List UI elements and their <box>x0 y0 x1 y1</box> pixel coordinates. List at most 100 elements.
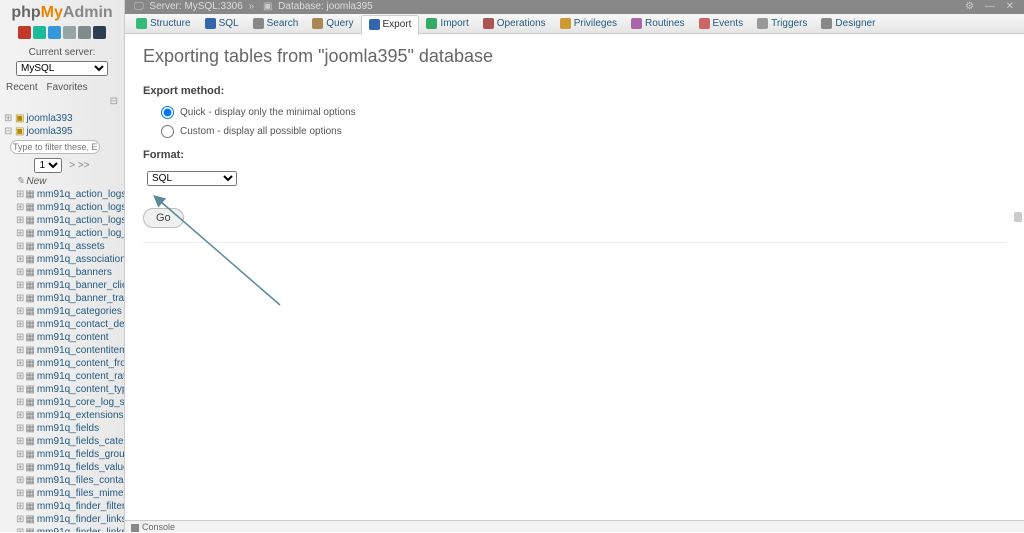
table-item[interactable]: ⊞▦mm91q_content_types <box>14 383 124 396</box>
reload-icon[interactable] <box>78 26 91 39</box>
expand-icon[interactable]: ⊞ <box>16 475 24 486</box>
db-item-joomla393[interactable]: ⊞▣joomla393 <box>0 112 124 125</box>
expand-icon[interactable]: ⊞ <box>4 113 13 124</box>
expand-icon[interactable]: ⊞ <box>16 228 24 239</box>
table-item[interactable]: ⊞▦mm91q_content <box>14 331 124 344</box>
console-bar[interactable]: Console <box>125 520 1024 532</box>
table-item[interactable]: ⊞▦mm91q_action_logs_users <box>14 214 124 227</box>
method-quick-row[interactable]: Quick - display only the minimal options <box>143 103 1006 122</box>
collapse-icon[interactable]: ⊟ <box>4 126 13 137</box>
table-item[interactable]: ⊞▦mm91q_files_containers <box>14 474 124 487</box>
table-item[interactable]: ⊞▦mm91q_contact_details <box>14 318 124 331</box>
expand-icon[interactable]: ⊞ <box>16 215 24 226</box>
table-item[interactable]: ⊞▦mm91q_banner_clients <box>14 279 124 292</box>
table-item[interactable]: ⊞▦mm91q_extensions <box>14 409 124 422</box>
tab-sql[interactable]: SQL <box>198 14 246 34</box>
logout-icon[interactable] <box>33 26 46 39</box>
recent-link[interactable]: Recent <box>6 82 38 93</box>
expand-icon[interactable]: ⊞ <box>16 397 24 408</box>
expand-icon[interactable]: ⊞ <box>16 462 24 473</box>
tab-operations[interactable]: Operations <box>476 14 553 34</box>
expand-icon[interactable]: ⊞ <box>16 267 24 278</box>
collapse-icon[interactable]: ⊟ <box>0 96 124 110</box>
docs-icon[interactable] <box>48 26 61 39</box>
table-item[interactable]: ⊞▦mm91q_content_rating <box>14 370 124 383</box>
table-item[interactable]: ⊞▦mm91q_fields_groups <box>14 448 124 461</box>
favorites-link[interactable]: Favorites <box>46 82 87 93</box>
expand-icon[interactable]: ⊞ <box>16 306 24 317</box>
tab-triggers[interactable]: Triggers <box>750 14 814 34</box>
table-item[interactable]: ⊞▦mm91q_fields <box>14 422 124 435</box>
next-page[interactable]: > >> <box>69 160 89 171</box>
table-icon: ▦ <box>25 202 34 213</box>
expand-icon[interactable]: ⊞ <box>16 319 24 330</box>
method-custom-row[interactable]: Custom - display all possible options <box>143 122 1006 141</box>
expand-icon[interactable]: ⊞ <box>16 358 24 369</box>
expand-icon[interactable]: ⊞ <box>16 254 24 265</box>
expand-icon[interactable]: ⊞ <box>16 410 24 421</box>
home-icon[interactable] <box>18 26 31 39</box>
expand-icon[interactable]: ⊞ <box>16 514 24 525</box>
resize-handle[interactable] <box>1014 212 1022 222</box>
expand-icon[interactable]: ⊞ <box>16 332 24 343</box>
table-item[interactable]: ⊞▦mm91q_finder_filters <box>14 500 124 513</box>
logo[interactable]: phpMyAdmin <box>0 0 124 24</box>
db-item-joomla395[interactable]: ⊟▣joomla395 <box>0 125 124 138</box>
export-icon <box>369 19 380 30</box>
method-quick-radio[interactable] <box>161 106 174 119</box>
table-item[interactable]: ⊞▦mm91q_content_frontpage <box>14 357 124 370</box>
expand-icon[interactable]: ⊞ <box>16 241 24 252</box>
table-icon: ▦ <box>25 423 34 434</box>
new-table[interactable]: ✎New <box>14 175 124 188</box>
table-item[interactable]: ⊞▦mm91q_fields_values <box>14 461 124 474</box>
tab-export[interactable]: Export <box>361 15 420 35</box>
settings-icon[interactable] <box>63 26 76 39</box>
table-item[interactable]: ⊞▦mm91q_core_log_searche <box>14 396 124 409</box>
tab-search[interactable]: Search <box>246 14 306 34</box>
expand-icon[interactable]: ⊞ <box>16 436 24 447</box>
tab-structure[interactable]: Structure <box>129 14 198 34</box>
server-value[interactable]: MySQL:3306 <box>184 1 242 12</box>
tab-designer[interactable]: Designer <box>814 14 882 34</box>
page-select[interactable]: 1 <box>34 158 62 173</box>
table-item[interactable]: ⊞▦mm91q_contentitem_tag_m <box>14 344 124 357</box>
expand-icon[interactable]: ⊞ <box>16 189 24 200</box>
expand-icon[interactable]: ⊞ <box>16 527 24 532</box>
expand-icon[interactable]: ⊞ <box>16 384 24 395</box>
expand-icon[interactable]: ⊞ <box>16 371 24 382</box>
table-item[interactable]: ⊞▦mm91q_finder_links_terms <box>14 526 124 532</box>
table-item[interactable]: ⊞▦mm91q_files_mimetypes <box>14 487 124 500</box>
tab-events[interactable]: Events <box>692 14 751 34</box>
expand-icon[interactable]: ⊞ <box>16 345 24 356</box>
table-item[interactable]: ⊞▦mm91q_action_logs <box>14 188 124 201</box>
tab-import[interactable]: Import <box>419 14 475 34</box>
go-button[interactable]: Go <box>143 208 184 228</box>
window-controls[interactable]: ⚙ — ✕ <box>965 0 1018 14</box>
method-custom-radio[interactable] <box>161 125 174 138</box>
expand-icon[interactable]: ⊞ <box>16 501 24 512</box>
expand-icon[interactable]: ⊞ <box>16 293 24 304</box>
table-item[interactable]: ⊞▦mm91q_associations <box>14 253 124 266</box>
table-icon: ▦ <box>25 228 34 239</box>
expand-icon[interactable]: ⊞ <box>16 423 24 434</box>
nav-icon[interactable] <box>93 26 106 39</box>
table-item[interactable]: ⊞▦mm91q_action_logs_exten <box>14 201 124 214</box>
filter-input[interactable] <box>10 140 100 154</box>
expand-icon[interactable]: ⊞ <box>16 488 24 499</box>
server-select[interactable]: MySQL <box>16 61 108 76</box>
tab-query[interactable]: Query <box>305 14 360 34</box>
table-item[interactable]: ⊞▦mm91q_categories <box>14 305 124 318</box>
expand-icon[interactable]: ⊞ <box>16 280 24 291</box>
expand-icon[interactable]: ⊞ <box>16 202 24 213</box>
tab-privileges[interactable]: Privileges <box>553 14 624 34</box>
table-item[interactable]: ⊞▦mm91q_fields_categories <box>14 435 124 448</box>
db-value[interactable]: joomla395 <box>327 1 373 12</box>
format-select[interactable]: SQL <box>147 171 237 186</box>
table-item[interactable]: ⊞▦mm91q_assets <box>14 240 124 253</box>
tab-routines[interactable]: Routines <box>624 14 691 34</box>
expand-icon[interactable]: ⊞ <box>16 449 24 460</box>
table-item[interactable]: ⊞▦mm91q_finder_links <box>14 513 124 526</box>
table-item[interactable]: ⊞▦mm91q_action_log_config <box>14 227 124 240</box>
table-item[interactable]: ⊞▦mm91q_banner_tracks <box>14 292 124 305</box>
table-item[interactable]: ⊞▦mm91q_banners <box>14 266 124 279</box>
